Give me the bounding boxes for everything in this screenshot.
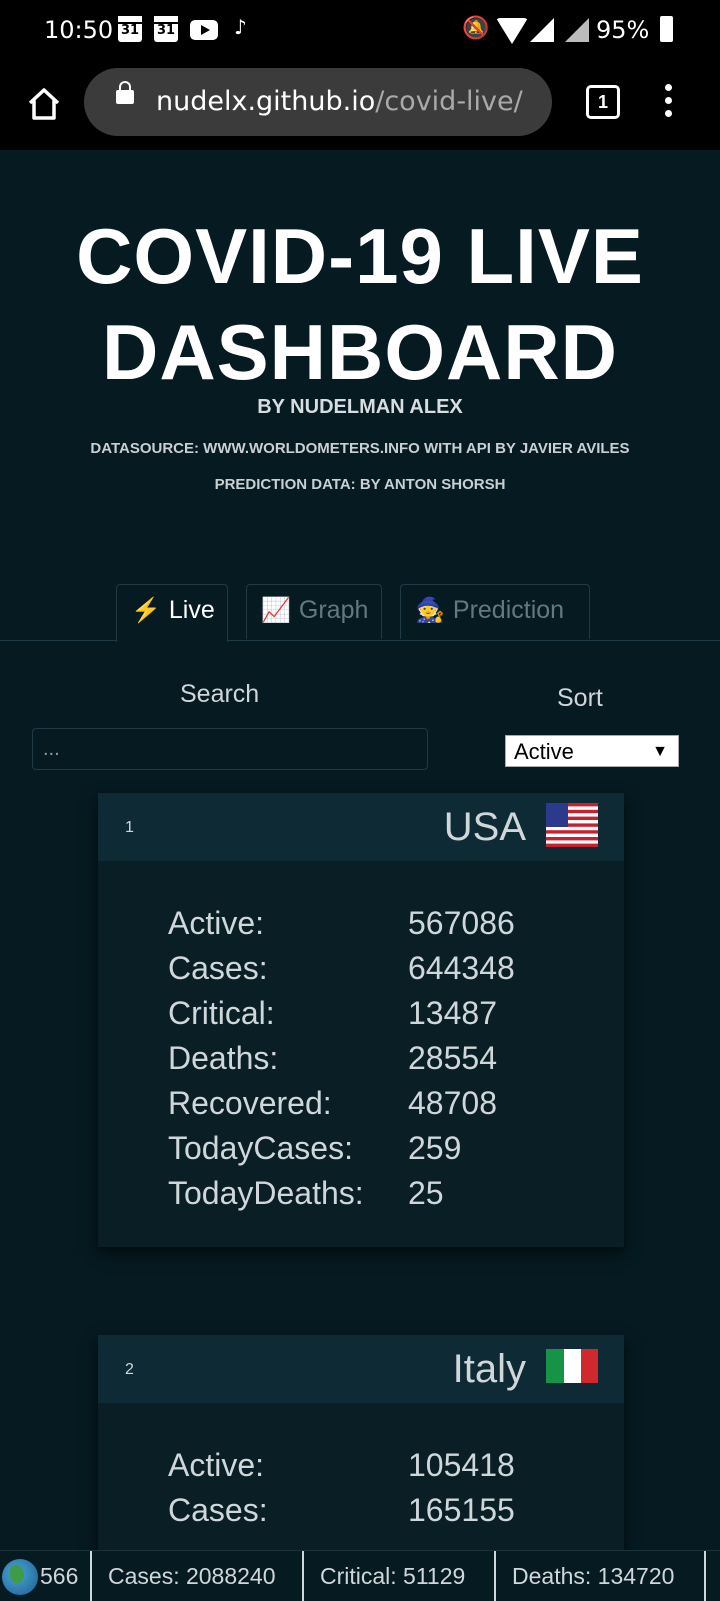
home-icon[interactable] [24,84,64,124]
total-cases: Cases: 2088240 [92,1551,304,1601]
calendar-icon: 31 [154,16,178,42]
stat-label: Cases: [168,1492,268,1528]
stat-label: Deaths: [168,1040,279,1076]
stat-value: 48708 [408,1085,497,1121]
lightning-icon: ⚡ [131,597,161,624]
italy-flag-icon [546,1349,598,1383]
stat-value: 165155 [408,1492,515,1528]
status-bar: 10:50 31 31 ♪ 🔕 95% [0,0,720,64]
stat-label: Active: [168,1447,265,1483]
browser-toolbar: nudelx.github.io/covid-live/ 1 [0,64,720,150]
signal-icon [530,18,554,42]
stat-label: Cases: [168,950,268,986]
battery-percent: 95% [596,16,650,44]
sort-label: Sort [557,684,603,712]
chart-icon: 📈 [261,597,291,624]
tab-live[interactable]: ⚡ Live [116,584,228,642]
card-header: 2 Italy [98,1335,624,1403]
stat-value: 13487 [408,995,497,1031]
more-options-icon[interactable] [664,84,674,118]
search-input[interactable] [32,728,428,770]
tab-switcher-button[interactable]: 1 [586,85,620,119]
stat-label: Recovered: [168,1085,332,1121]
lock-icon [116,81,134,104]
prediction-credit: PREDICTION DATA: BY ANTON SHORSH [214,476,506,493]
country-card[interactable]: 2 Italy Active: 105418 Cases: 165155 [98,1335,624,1575]
stat-label: TodayDeaths: [168,1175,364,1211]
tab-label: Graph [298,596,369,624]
stat-value: 259 [408,1130,462,1166]
stat-value: 28554 [408,1040,497,1076]
country-name: USA [443,805,526,849]
address-bar[interactable]: nudelx.github.io/covid-live/ [84,68,552,136]
stat-label: Critical: [168,995,275,1031]
page-title: COVID-19 LIVE DASHBOARD [76,212,644,396]
wifi-icon [496,18,528,44]
battery-icon [660,16,673,42]
sort-selected-value: Active [514,739,574,764]
tab-label: Prediction [452,596,565,624]
stat-value: 567086 [408,905,515,941]
calendar-icon: 31 [118,16,142,42]
total-active: 566 [24,1551,92,1601]
search-label: Search [180,680,260,708]
tiktok-icon: ♪ [234,15,247,39]
rank-number: 1 [125,819,134,836]
card-header: 1 USA [98,793,624,861]
tab-bar: ⚡ Live 📈 Graph 🧙 Prediction [0,584,720,642]
stat-label: Active: [168,905,265,941]
totals-footer: 566 Cases: 2088240 Critical: 51129 Death… [0,1550,720,1601]
sort-dropdown[interactable]: Active ▼ [505,735,679,767]
tab-graph[interactable]: 📈 Graph [246,584,382,639]
stat-value: 25 [408,1175,444,1211]
stat-label: TodayCases: [168,1130,353,1166]
stat-value: 105418 [408,1447,515,1483]
tab-prediction[interactable]: 🧙 Prediction [400,584,590,639]
stat-value: 644348 [408,950,515,986]
tab-label: Live [168,596,215,624]
dashboard-page: COVID-19 LIVE DASHBOARD BY NUDELMAN ALEX… [0,150,720,1575]
rank-number: 2 [125,1361,134,1378]
datasource-credit: DATASOURCE: WWW.WORLDOMETERS.INFO WITH A… [90,440,630,457]
author-byline: BY NUDELMAN ALEX [257,396,463,418]
us-flag-icon [546,803,598,847]
country-card[interactable]: 1 USA Active: 567086 Cases: 644348 Critica… [98,793,624,1247]
youtube-icon [190,20,218,40]
signal-off-icon [565,18,589,42]
notifications-off-icon: 🔕 [462,16,490,41]
wizard-icon: 🧙 [415,597,445,624]
country-name: Italy [452,1347,526,1391]
url-text: nudelx.github.io/covid-live/ [156,86,523,117]
total-critical: Critical: 51129 [304,1551,496,1601]
total-deaths: Deaths: 134720 [496,1551,706,1601]
dropdown-arrow-icon: ▼ [652,743,668,760]
clock: 10:50 [44,16,114,44]
